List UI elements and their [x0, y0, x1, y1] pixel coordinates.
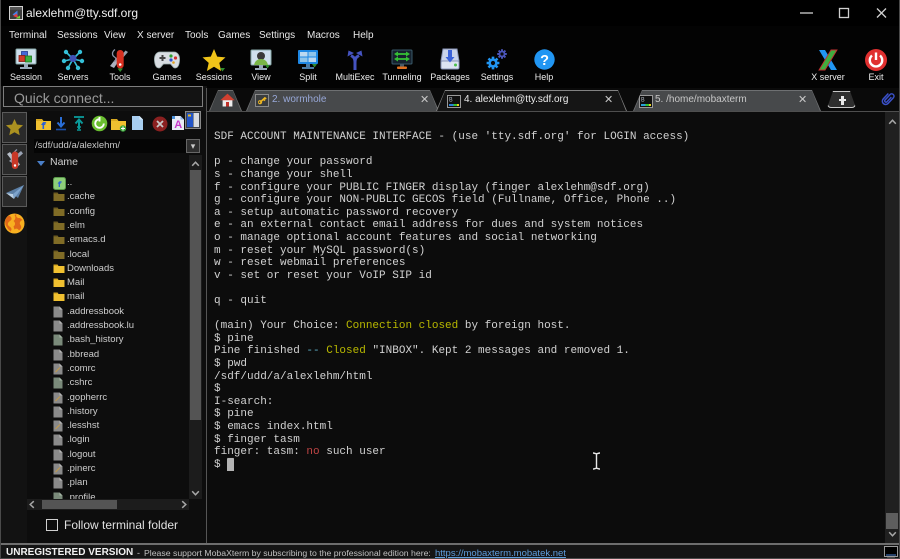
svg-text:B: B: [641, 97, 645, 104]
svg-text:B: B: [449, 97, 453, 104]
svg-text:A: A: [174, 119, 182, 131]
svg-text:?: ?: [540, 53, 549, 69]
